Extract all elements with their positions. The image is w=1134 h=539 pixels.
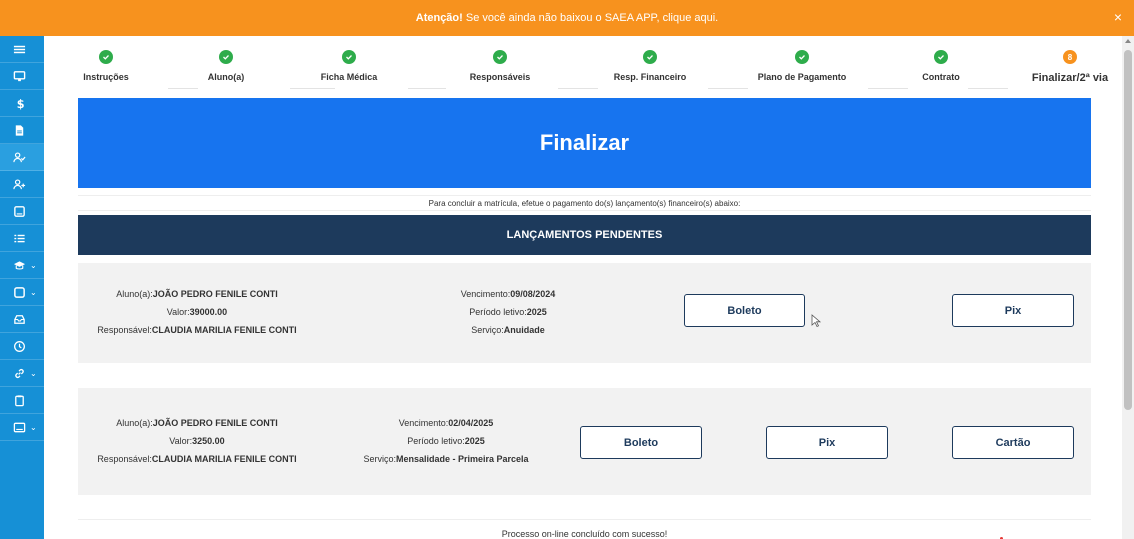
check-icon (219, 50, 233, 64)
step-ficha-medica[interactable]: Ficha Médica (289, 50, 409, 82)
boleto-button[interactable]: Boleto (684, 294, 805, 327)
enrollment-stepper: Instruções Aluno(a) Ficha Médica Respons… (78, 50, 1108, 90)
scroll-up-icon[interactable] (1125, 39, 1131, 43)
check-icon (342, 50, 356, 64)
success-message: Processo on-line concluído com sucesso! (78, 519, 1091, 539)
link-icon[interactable]: ⌄ (0, 360, 44, 387)
step-contrato[interactable]: Contrato (881, 50, 1001, 82)
step-instrucoes[interactable]: Instruções (46, 50, 166, 82)
chevron-down-icon: ⌄ (30, 422, 37, 432)
clock-icon[interactable] (0, 333, 44, 360)
check-icon (643, 50, 657, 64)
banner-text[interactable]: Atenção! Se você ainda não baixou o SAEA… (416, 12, 719, 24)
tablet-icon[interactable] (0, 198, 44, 225)
step-label: Contrato (922, 72, 960, 82)
page-title: Finalizar (78, 98, 1091, 188)
step-aluno[interactable]: Aluno(a) (166, 50, 286, 82)
step-connector (558, 88, 598, 89)
step-label: Responsáveis (469, 72, 531, 82)
step-connector (868, 88, 908, 89)
step-responsaveis[interactable]: Responsáveis (440, 50, 560, 82)
instruction-text: Para concluir a matrícula, efetue o paga… (78, 195, 1091, 211)
step-label: Plano de Pagamento (757, 72, 847, 82)
main-content: Instruções Aluno(a) Ficha Médica Respons… (44, 36, 1122, 539)
menu-icon[interactable] (0, 36, 44, 63)
step-connector (168, 88, 198, 89)
step-number-badge: 8 (1063, 50, 1077, 64)
entry-billing-info: Vencimento:09/08/2024 Período letivo:202… (460, 289, 556, 335)
pix-button[interactable]: Pix (952, 294, 1074, 327)
boleto-button[interactable]: Boleto (580, 426, 702, 459)
scrollbar-thumb[interactable] (1124, 50, 1132, 410)
step-label: Instruções (83, 72, 129, 82)
check-icon (493, 50, 507, 64)
step-label: Finalizar/2ª via (1031, 72, 1109, 84)
pending-entry: Aluno(a):JOÃO PEDRO FENILE CONTI Valor:3… (78, 388, 1091, 495)
window-icon[interactable]: ⌄ (0, 414, 44, 441)
step-resp-financeiro[interactable]: Resp. Financeiro (590, 50, 710, 82)
entry-student-info: Aluno(a):JOÃO PEDRO FENILE CONTI Valor:3… (97, 418, 297, 464)
step-connector (290, 88, 335, 89)
square-icon[interactable]: ⌄ (0, 279, 44, 306)
step-connector (968, 88, 1008, 89)
chevron-down-icon: ⌄ (30, 287, 37, 297)
chevron-down-icon: ⌄ (30, 368, 37, 378)
graduation-cap-icon[interactable]: ⌄ (0, 252, 44, 279)
check-icon (934, 50, 948, 64)
dollar-icon[interactable]: $ (0, 90, 44, 117)
mouse-cursor-icon (811, 314, 822, 328)
user-check-icon[interactable] (0, 144, 44, 171)
user-plus-icon[interactable] (0, 171, 44, 198)
pending-header: LANÇAMENTOS PENDENTES (78, 215, 1091, 255)
scrollbar[interactable] (1122, 36, 1134, 539)
chevron-down-icon: ⌄ (30, 260, 37, 270)
monitor-icon[interactable] (0, 63, 44, 90)
step-finalizar[interactable]: 8 Finalizar/2ª via (1010, 50, 1130, 84)
svg-text:$: $ (17, 98, 25, 110)
cartao-button[interactable]: Cartão (952, 426, 1074, 459)
clipboard-icon[interactable] (0, 387, 44, 414)
pix-button[interactable]: Pix (766, 426, 888, 459)
step-label: Resp. Financeiro (613, 72, 687, 82)
entry-billing-info: Vencimento:02/04/2025 Período letivo:202… (363, 418, 529, 464)
step-connector (708, 88, 748, 89)
step-label: Aluno(a) (207, 72, 245, 82)
step-connector (408, 88, 446, 89)
list-icon[interactable] (0, 225, 44, 252)
check-icon (795, 50, 809, 64)
check-icon (99, 50, 113, 64)
close-icon[interactable]: × (1114, 10, 1122, 24)
sidebar: $ ⌄ ⌄ ⌄ ⌄ (0, 36, 44, 539)
pending-entry: Aluno(a):JOÃO PEDRO FENILE CONTI Valor:3… (78, 263, 1091, 363)
download-app-banner[interactable]: Atenção! Se você ainda não baixou o SAEA… (0, 0, 1134, 36)
step-label: Ficha Médica (320, 72, 378, 82)
inbox-icon[interactable] (0, 306, 44, 333)
document-icon[interactable] (0, 117, 44, 144)
step-plano-pagamento[interactable]: Plano de Pagamento (742, 50, 862, 82)
entry-student-info: Aluno(a):JOÃO PEDRO FENILE CONTI Valor:3… (97, 289, 297, 335)
